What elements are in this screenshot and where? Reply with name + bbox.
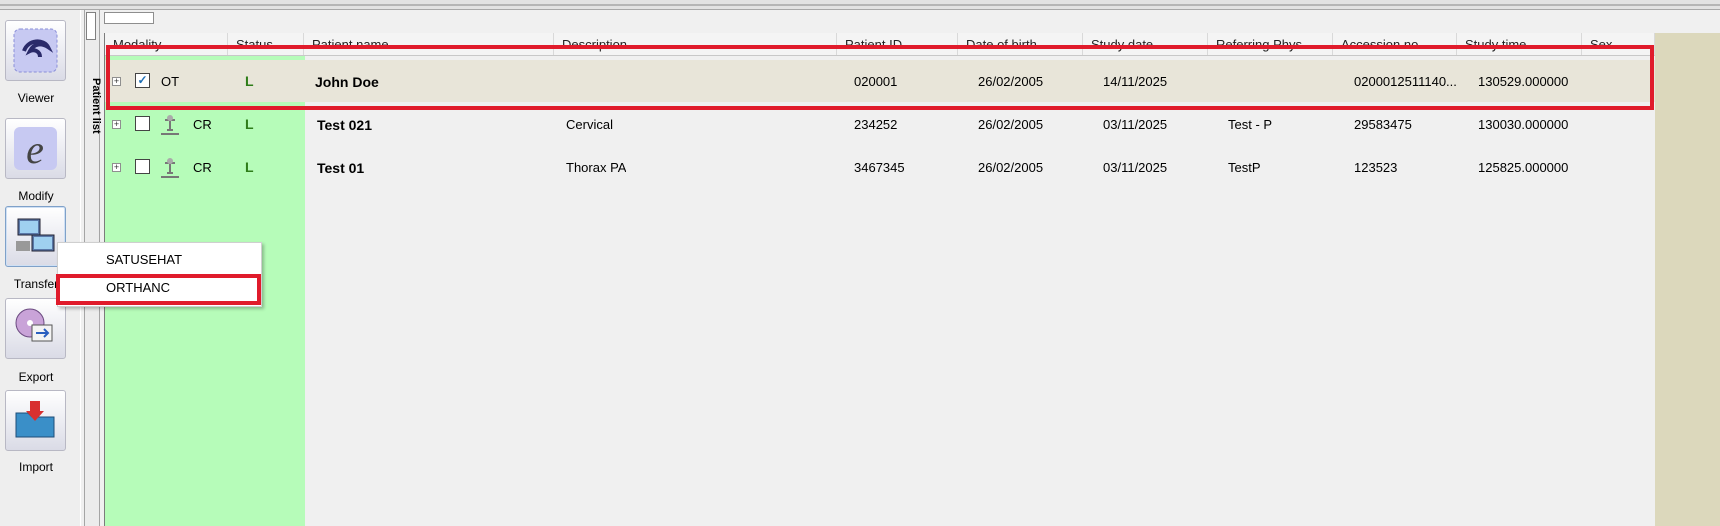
row-checkbox-checked[interactable]: ✓ — [135, 73, 150, 88]
modify-label: Modify — [18, 189, 54, 203]
collapse-arrow-icon[interactable] — [86, 12, 96, 40]
table-row[interactable]: + CR L Test 021 Cervical 234252 26/02/20… — [105, 103, 1655, 145]
table-row[interactable]: + CR L Test 01 Thorax PA 3467345 26/02/2… — [105, 146, 1655, 188]
status-ok-icon: L — [245, 73, 254, 89]
xray-device-icon — [161, 158, 179, 178]
expand-icon[interactable]: + — [112, 120, 121, 129]
header-status[interactable]: Status — [228, 33, 304, 55]
status-ok-icon: L — [245, 159, 254, 175]
modify-tool[interactable]: e Modify — [0, 110, 80, 203]
table-row[interactable]: + ✓ OT L John Doe 020001 26/02/2005 14/1… — [105, 60, 1655, 102]
cell-modality: CR — [193, 160, 212, 175]
svg-text:e: e — [26, 127, 44, 172]
cell-accession: 123523 — [1354, 160, 1398, 175]
menu-item-satusehat[interactable]: SATUSEHAT — [58, 247, 261, 273]
header-study-date[interactable]: Study date — [1083, 33, 1208, 55]
viewer-button[interactable] — [5, 20, 66, 81]
cell-referring: TestP — [1228, 160, 1261, 175]
viewer-tool[interactable]: Viewer — [0, 20, 80, 110]
cell-patient-name: John Doe — [315, 74, 379, 90]
modify-button[interactable]: e — [5, 118, 66, 179]
viewer-icon — [13, 28, 58, 73]
header-patient-id[interactable]: Patient ID — [837, 33, 958, 55]
row-checkbox[interactable] — [135, 116, 150, 131]
expand-icon[interactable]: + — [112, 77, 121, 86]
cell-dob: 26/02/2005 — [978, 117, 1044, 132]
cell-modality: OT — [161, 74, 180, 89]
status-ok-icon: L — [245, 116, 254, 132]
import-label: Import — [18, 460, 53, 474]
cell-patient-id: 020001 — [854, 74, 898, 89]
cell-study-date: 14/11/2025 — [1103, 74, 1168, 89]
header-modality[interactable]: Modality — [105, 33, 228, 55]
cell-study-time: 130030.000000 — [1478, 117, 1569, 132]
viewer-label: Viewer — [17, 91, 55, 105]
cell-study-date: 03/11/2025 — [1103, 117, 1168, 132]
cell-study-time: 125825.000000 — [1478, 160, 1569, 175]
import-tool[interactable]: Import — [0, 386, 80, 486]
header-sex[interactable]: Sex — [1582, 33, 1655, 55]
import-button[interactable] — [5, 390, 66, 451]
patient-list-tab-label: Patient list — [90, 78, 102, 134]
cell-modality: CR — [193, 117, 212, 132]
header-patient-name[interactable]: Patient name — [304, 33, 554, 55]
cell-accession: 0200012511140... — [1354, 74, 1457, 89]
header-accession-no[interactable]: Accession no. — [1333, 33, 1457, 55]
header-study-time[interactable]: Study time — [1457, 33, 1582, 55]
menu-item-orthanc[interactable]: ORTHANC — [58, 275, 261, 301]
header-date-of-birth[interactable]: Date of birth — [958, 33, 1083, 55]
import-folder-icon — [15, 401, 55, 438]
top-toolbar-band — [0, 0, 1720, 10]
header-description[interactable]: Description — [554, 33, 837, 55]
grid-header: Modality Status Patient name Description… — [105, 33, 1655, 56]
cell-patient-name: Test 021 — [317, 117, 372, 133]
export-cd-icon — [15, 308, 53, 342]
cell-patient-id: 3467345 — [854, 160, 905, 175]
header-referring-phys[interactable]: Referring Phys. — [1208, 33, 1333, 55]
grid-right-area — [1655, 33, 1720, 526]
row-checkbox[interactable] — [135, 159, 150, 174]
transfer-context-menu: SATUSEHAT ORTHANC — [57, 242, 262, 307]
cell-dob: 26/02/2005 — [978, 74, 1044, 89]
cell-dob: 26/02/2005 — [978, 160, 1044, 175]
cell-description: Cervical — [566, 117, 613, 132]
export-button[interactable] — [5, 298, 66, 359]
cell-accession: 29583475 — [1354, 117, 1412, 132]
cell-patient-id: 234252 — [854, 117, 898, 132]
export-tool[interactable]: Export — [0, 294, 80, 386]
expand-icon[interactable]: + — [112, 163, 121, 172]
xray-device-icon — [161, 115, 179, 135]
horizontal-scroll-handle[interactable] — [104, 12, 154, 24]
cell-referring: Test - P — [1228, 117, 1273, 132]
cell-study-date: 03/11/2025 — [1103, 160, 1168, 175]
cell-patient-name: Test 01 — [317, 160, 365, 176]
cell-study-time: 130529.000000 — [1478, 74, 1569, 89]
export-label: Export — [18, 370, 54, 384]
cell-description: Thorax PA — [566, 160, 627, 175]
modify-e-icon: e — [14, 127, 57, 172]
